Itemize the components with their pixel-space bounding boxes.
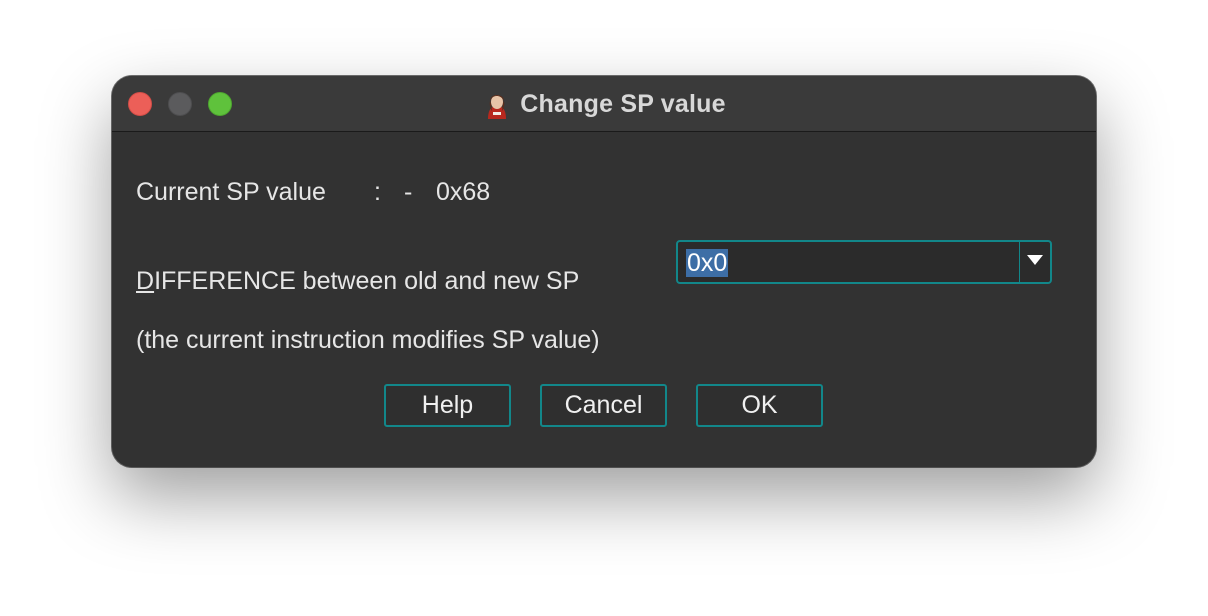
help-button[interactable]: Help (384, 384, 511, 427)
current-sp-sign: - (404, 178, 413, 206)
change-sp-dialog: Change SP value Current SP value : - 0x6… (112, 76, 1096, 467)
title-bar[interactable]: Change SP value (112, 76, 1096, 132)
current-sp-value: 0x68 (436, 178, 491, 206)
difference-input[interactable]: 0x0 (686, 248, 729, 278)
difference-label-mnemonic: D (136, 267, 155, 295)
desktop: Change SP value Current SP value : - 0x6… (0, 0, 1208, 616)
current-sp-colon: : (374, 178, 381, 206)
dropdown-button[interactable] (1020, 242, 1050, 282)
difference-combobox[interactable]: 0x0 (676, 240, 1052, 284)
ok-button[interactable]: OK (696, 384, 823, 427)
cancel-button[interactable]: Cancel (540, 384, 667, 427)
title-group: Change SP value (112, 76, 1096, 132)
difference-label: DIFFERENCE between old and new SP (136, 267, 579, 296)
current-sp-label: Current SP value (136, 178, 326, 206)
difference-input-value[interactable]: 0x0 (686, 249, 729, 277)
instruction-note: (the current instruction modifies SP val… (136, 326, 600, 354)
window-title: Change SP value (520, 89, 726, 118)
chevron-down-icon (1026, 253, 1044, 271)
portrait-icon (482, 89, 513, 119)
difference-label-text: IFFERENCE between old and new SP (154, 267, 580, 295)
